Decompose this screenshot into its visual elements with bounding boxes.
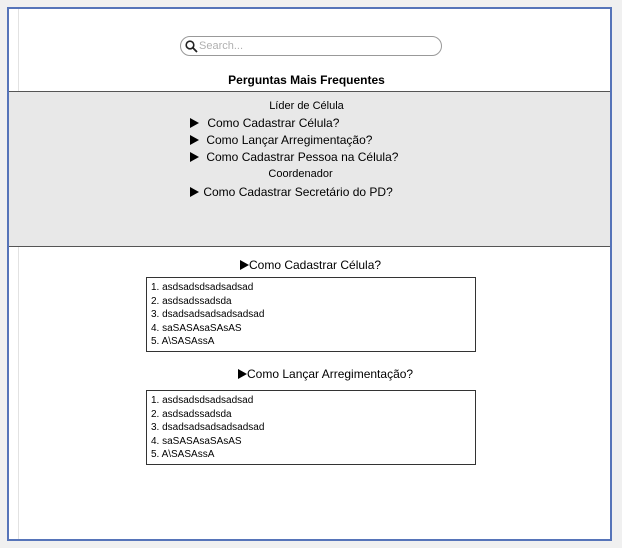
answer-title-lancar-arregimentacao: Como Lançar Arregimentação?: [238, 367, 413, 381]
faq-link-label: Como Cadastrar Secretário do PD?: [203, 185, 393, 199]
faq-link-cadastrar-pessoa[interactable]: Como Cadastrar Pessoa na Célula?: [190, 150, 398, 164]
triangle-right-icon: [238, 369, 247, 379]
answer-step: 1. asdsadsdsadsadsad: [151, 282, 254, 293]
triangle-right-icon: [240, 260, 249, 270]
section-heading-lider: Líder de Célula: [269, 100, 344, 112]
search-icon: [185, 40, 198, 53]
answer-step: 3. dsadsadsadsadsadsad: [151, 309, 265, 320]
answer-step: 4. saSASAsaSAsAS: [151, 435, 242, 447]
answer-box-lancar-arregimentacao: 1. asdsadsdsadsadsad 2. asdsadssadsda 3.…: [146, 390, 476, 465]
answer-step: 5. A\SASAssA: [151, 336, 215, 347]
answer-box-cadastrar-celula: 1. asdsadsdsadsadsad 2. asdsadssadsda 3.…: [146, 277, 476, 352]
answer-step: 5. A\SASAssA: [151, 449, 215, 460]
faq-link-cadastrar-secretario[interactable]: Como Cadastrar Secretário do PD?: [190, 185, 393, 199]
answer-step: 1. asdsadsdsadsadsad: [151, 395, 254, 406]
search-box[interactable]: [180, 36, 442, 56]
faq-link-cadastrar-celula[interactable]: Como Cadastrar Célula?: [190, 116, 339, 130]
answer-step: 2. asdsadssadsda: [151, 408, 232, 420]
answer-title-cadastrar-celula: Como Cadastrar Célula?: [240, 258, 381, 272]
search-input[interactable]: [199, 38, 434, 54]
triangle-right-icon: [190, 135, 199, 145]
answer-step: 3. dsadsadsadsadsadsad: [151, 422, 265, 433]
faq-link-lancar-arregimentacao[interactable]: Como Lançar Arregimentação?: [190, 133, 372, 147]
triangle-right-icon: [190, 118, 199, 128]
page-frame: Perguntas Mais Frequentes Líder de Célul…: [7, 7, 612, 541]
page-title: Perguntas Mais Frequentes: [228, 73, 385, 87]
left-divider: [18, 9, 19, 539]
section-heading-coordenador: Coordenador: [268, 168, 333, 180]
faq-index-panel: Líder de Célula Como Cadastrar Célula? C…: [9, 91, 610, 247]
faq-link-label: Como Lançar Arregimentação?: [206, 133, 373, 147]
faq-link-label: Como Cadastrar Célula?: [207, 116, 340, 130]
triangle-right-icon: [190, 152, 199, 162]
triangle-right-icon: [190, 187, 199, 197]
answer-step: 2. asdsadssadsda: [151, 295, 232, 307]
answer-step: 4. saSASAsaSAsAS: [151, 322, 242, 334]
answer-title-label: Como Cadastrar Célula?: [249, 258, 382, 272]
faq-link-label: Como Cadastrar Pessoa na Célula?: [206, 150, 399, 164]
answer-title-label: Como Lançar Arregimentação?: [247, 367, 414, 381]
